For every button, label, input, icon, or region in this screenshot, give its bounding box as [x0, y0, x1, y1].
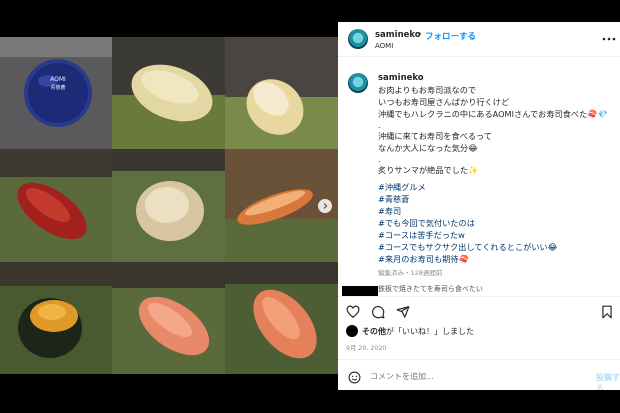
chevron-right-icon	[323, 203, 328, 209]
divider	[338, 296, 620, 297]
bookmark-icon[interactable]	[600, 305, 614, 319]
photo-sushi-uni	[0, 262, 112, 374]
hashtag-link[interactable]: #青慈蒼	[378, 193, 409, 205]
badge-text-aomi: AOMI	[50, 76, 66, 83]
post-detail-panel: samineko • フォローする AOMI samineko お肉よりもお寿司…	[338, 22, 620, 390]
hashtag-link[interactable]: #でも今回で気付いたのは	[378, 217, 475, 229]
photo-sushi-2	[112, 37, 225, 149]
header-username[interactable]: samineko	[375, 30, 421, 40]
comment-icon[interactable]	[371, 305, 385, 319]
caption-line: お肉よりもお寿司派なので	[378, 85, 477, 95]
action-bar	[338, 300, 620, 324]
likes-text-rest: が「いいね！」しました	[386, 327, 474, 336]
edited-timestamp: 編集済み・128週間前	[378, 269, 443, 277]
photo-collage[interactable]: AOMI 青慈蒼	[0, 37, 338, 374]
heart-icon[interactable]	[346, 305, 360, 319]
caption-line: .	[378, 120, 381, 130]
liker-avatar	[346, 325, 358, 337]
more-icon[interactable]	[600, 36, 618, 42]
caption-line: なんか大人になった気分😂	[378, 143, 478, 153]
comment-input[interactable]	[370, 372, 570, 381]
emoji-icon[interactable]	[348, 371, 361, 384]
screenshot-frame: AOMI 青慈蒼 samineko • フォローする AOMI samineko…	[0, 0, 620, 413]
photo-sushi-tuna	[0, 149, 112, 262]
follow-button[interactable]: フォローする	[425, 30, 476, 42]
photo-sushi-5	[112, 149, 225, 262]
photo-sushi-8	[112, 262, 225, 374]
caption-avatar[interactable]	[348, 73, 368, 93]
caption-username[interactable]: samineko	[378, 73, 424, 83]
caption-line: いつもお寿司屋さんばかり行くけど	[378, 97, 510, 107]
hashtag-link[interactable]: #沖縄グルメ	[378, 181, 426, 193]
photo-aomi-badge: AOMI 青慈蒼	[0, 37, 112, 149]
hashtag-link[interactable]: #コースは苦手だったw	[378, 229, 465, 241]
share-icon[interactable]	[396, 305, 410, 319]
post-header: samineko • フォローする AOMI	[338, 22, 620, 57]
header-separator: •	[417, 30, 423, 40]
caption-line: 炙りサンマが絶品でした✨	[378, 165, 479, 175]
post-comment-button[interactable]: 投稿する	[596, 372, 620, 390]
avatar[interactable]	[348, 29, 368, 49]
caption-line: 沖縄でもハレクラニの中にあるAOMIさんでお寿司食べた🍣💎	[378, 109, 608, 119]
hashtag-link[interactable]: #来月のお寿司も期待🍣	[378, 253, 469, 265]
photo-sushi-3	[225, 37, 338, 149]
likes-text: その他が「いいね！」しました	[362, 326, 474, 337]
photo-sushi-9	[225, 262, 338, 374]
caption-line: 沖縄に来てお寿司を食べるって	[378, 131, 492, 141]
badge-text-kanji: 青慈蒼	[50, 85, 66, 91]
redacted-avatar	[342, 286, 378, 296]
comment-bar: 投稿する	[338, 359, 620, 390]
caption-area: samineko お肉よりもお寿司派なので いつもお寿司屋さんばかり行くけど 沖…	[338, 58, 620, 286]
caption-line: .	[378, 154, 381, 164]
likes-others-link[interactable]: その他	[362, 327, 386, 336]
carousel-next-button[interactable]	[318, 199, 332, 213]
comment-preview: 鉄板で焼きたてを寿司ら食べたい	[378, 285, 483, 293]
post-date: 9月 29, 2020	[346, 345, 387, 352]
hashtag-link[interactable]: #コースでもサクサク出してくれるとこがいい😂	[378, 241, 557, 253]
hashtag-link[interactable]: #寿司	[378, 205, 401, 217]
header-location[interactable]: AOMI	[375, 42, 393, 50]
